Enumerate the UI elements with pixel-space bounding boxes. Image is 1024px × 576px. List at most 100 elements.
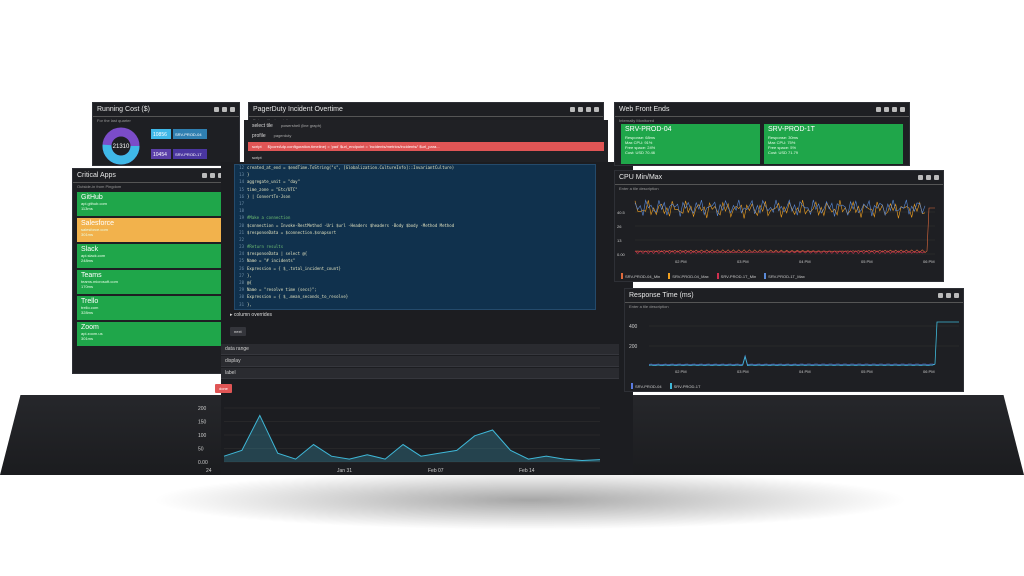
- profile-label: profile: [252, 133, 266, 139]
- copy-icon[interactable]: [202, 173, 207, 178]
- legend-item[interactable]: SRV-PROD-04: [631, 383, 662, 389]
- line-number: 25: [239, 258, 244, 264]
- code-line[interactable]: 12 created_at_end = $endTime.ToString("s…: [235, 165, 595, 172]
- script-error-bar: script $(coreAdp.configuration.timeline) …: [248, 142, 604, 151]
- line-number: 14: [239, 179, 244, 185]
- code-line[interactable]: 21 $responseData = $connection.$snapsort: [235, 230, 595, 237]
- legend-item[interactable]: SRV-PROD-1T_Min: [716, 273, 756, 279]
- code-line[interactable]: 25 Name = "# incidents": [235, 258, 595, 265]
- app-tile-slack[interactable]: Slack api.slack.com 248ms: [77, 244, 223, 268]
- x-tick-label: 03 PM: [737, 369, 749, 374]
- legend-item[interactable]: SRV-PROD-1T_Max: [764, 273, 805, 279]
- bar-2-value: 10454: [153, 152, 167, 158]
- y-tick-label: 100: [198, 433, 207, 439]
- copy-icon[interactable]: [918, 175, 923, 180]
- copy-icon[interactable]: [214, 107, 219, 112]
- edit-icon[interactable]: [222, 107, 227, 112]
- code-line[interactable]: 26 Expression = { $_.total_incident_coun…: [235, 266, 595, 273]
- response-legend: SRV-PROD-04 SRV-PROD-1T: [625, 381, 963, 391]
- code-text: } | ConvertTo-Json: [247, 193, 291, 199]
- code-text: #Return results: [247, 244, 284, 250]
- panel-title: Response Time (ms): [629, 292, 694, 299]
- select-tile-row[interactable]: select tile powershell (line graph): [244, 120, 608, 132]
- x-tick-label: Jan 31: [337, 468, 352, 474]
- panel-title: Running Cost ($): [97, 106, 150, 113]
- legend-item[interactable]: SRV-PROD-1T: [669, 383, 700, 389]
- code-line[interactable]: 16 } | ConvertTo-Json: [235, 194, 595, 201]
- label-section[interactable]: label: [221, 368, 619, 379]
- edit-icon[interactable]: [884, 107, 889, 112]
- code-line[interactable]: 13 }: [235, 172, 595, 179]
- legend-item[interactable]: SRV-PROD-04_Min: [621, 273, 660, 279]
- legend-swatch: [621, 273, 623, 279]
- data-range-section[interactable]: data range: [221, 344, 619, 355]
- edit-icon[interactable]: [926, 175, 931, 180]
- app-latency: 170ms: [81, 284, 94, 289]
- code-line[interactable]: 19 #Make a connection: [235, 215, 595, 222]
- code-line[interactable]: 27 },: [235, 273, 595, 280]
- script-editor[interactable]: 12 created_at_end = $endTime.ToString("s…: [234, 164, 596, 310]
- line-number: 23: [239, 244, 244, 250]
- code-line[interactable]: 20 $connection = Invoke-RestMethod -Uri $…: [235, 223, 595, 230]
- panel-title: CPU Min/Max: [619, 174, 663, 181]
- settings-icon[interactable]: [934, 175, 939, 180]
- resp-series-line: [648, 354, 936, 365]
- next-button[interactable]: next: [230, 327, 246, 336]
- panel-subtitle: Outside-in from Pingdom: [77, 184, 122, 189]
- bar-1-label: SRV-PROD-04: [175, 132, 202, 137]
- edit-icon[interactable]: [578, 107, 583, 112]
- dashboard-stage: Running Cost ($) For the last quarter 21…: [0, 0, 1024, 576]
- legend-swatch: [669, 383, 672, 389]
- server-tile-prod-04[interactable]: SRV-PROD-04 Response: 68ms Max CPU: 91% Fre…: [621, 124, 760, 164]
- code-line[interactable]: 29 Name = "resolve time (secs)";: [235, 287, 595, 294]
- code-line[interactable]: 17: [235, 201, 595, 208]
- code-line[interactable]: 22: [235, 237, 595, 244]
- y-tick-label: 200: [629, 344, 638, 350]
- code-line[interactable]: 28 @{: [235, 280, 595, 287]
- y-tick-label: 50: [198, 447, 204, 453]
- legend-label: SRV-PROD-04_Max: [672, 273, 709, 279]
- code-line[interactable]: 15 time_zone = "Etc/UTC": [235, 187, 595, 194]
- code-line[interactable]: 30 Expression = { $_.mean_seconds_to_res…: [235, 294, 595, 301]
- code-line[interactable]: 18: [235, 208, 595, 215]
- panel-header: Web Front Ends: [615, 103, 909, 117]
- app-tile-zoom[interactable]: Zoom api.zoom.us 301ms: [77, 322, 223, 346]
- script-heading: script: [252, 155, 262, 160]
- app-tile-teams[interactable]: Teams teams.microsoft.com 170ms: [77, 270, 223, 294]
- profile-row[interactable]: profile pagerduty: [244, 132, 608, 140]
- copy-icon[interactable]: [876, 107, 881, 112]
- settings-icon[interactable]: [230, 107, 235, 112]
- cpu-panel: CPU Min/Max Enter a tile description 40.…: [614, 170, 944, 282]
- legend-item[interactable]: SRV-PROD-04_Max: [668, 273, 709, 279]
- copy-icon[interactable]: [570, 107, 575, 112]
- code-line[interactable]: 32 @{: [235, 309, 595, 310]
- display-section[interactable]: display: [221, 356, 619, 367]
- settings-icon[interactable]: [900, 107, 905, 112]
- settings-icon[interactable]: [594, 107, 599, 112]
- x-tick-label: 06 PM: [923, 259, 935, 264]
- copy-icon[interactable]: [938, 293, 943, 298]
- cpu-line-chart: 40.5 26 13 0.00 02 PM 03 PM 04 PM 05 PM 06 PM: [617, 199, 935, 264]
- x-tick-label: 05 PM: [861, 369, 873, 374]
- code-line[interactable]: 24 $responseData | select @{: [235, 251, 595, 258]
- app-latency: 113ms: [81, 206, 93, 211]
- edit-icon[interactable]: [210, 173, 215, 178]
- code-line[interactable]: 23 #Return results: [235, 244, 595, 251]
- app-tile-github[interactable]: GitHub api.github.com 113ms: [77, 192, 223, 216]
- column-overrides-toggle[interactable]: ▸ column overrides: [230, 312, 272, 318]
- edit-icon[interactable]: [946, 293, 951, 298]
- save-icon[interactable]: [586, 107, 591, 112]
- code-line[interactable]: 14 aggregate_unit = "day": [235, 179, 595, 186]
- server-tile-prod-1t[interactable]: SRV-PROD-1T Response: 30ms Max CPU: 75% Fre…: [764, 124, 903, 164]
- app-tile-salesforce[interactable]: Salesforce salesforce.com 301ms: [77, 218, 223, 242]
- app-tile-trello[interactable]: Trello trello.com 328ms: [77, 296, 223, 320]
- line-number: 17: [239, 200, 244, 206]
- save-icon[interactable]: [892, 107, 897, 112]
- incident-area: [224, 415, 600, 462]
- code-text: $responseData | select @{: [247, 251, 308, 257]
- settings-icon[interactable]: [954, 293, 959, 298]
- code-text: time_zone = "Etc/UTC": [247, 186, 298, 192]
- code-line[interactable]: 31 },: [235, 302, 595, 309]
- x-tick-label: Feb 14: [519, 468, 535, 474]
- app-name: Slack: [81, 246, 99, 253]
